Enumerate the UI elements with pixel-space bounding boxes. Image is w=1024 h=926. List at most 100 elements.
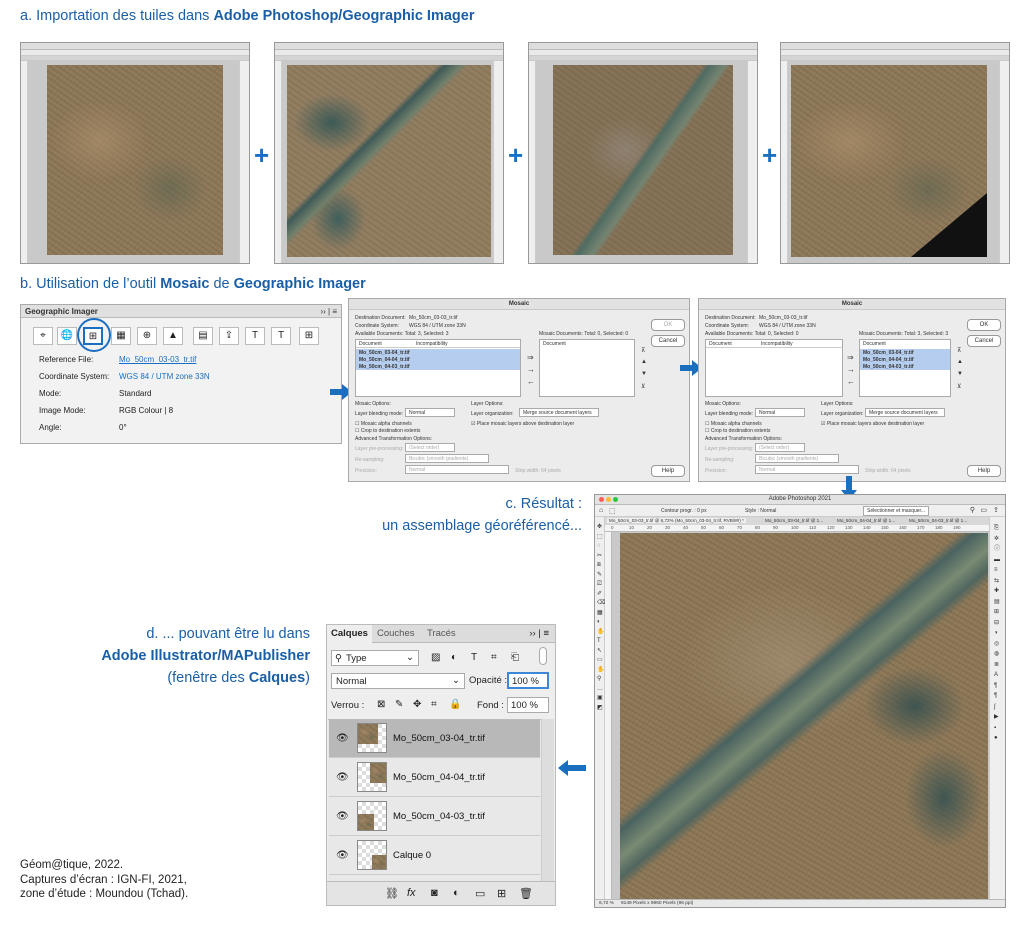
move-top-icon[interactable]: ⊼ bbox=[641, 347, 645, 354]
available-docs-list[interactable]: Document Incompatibility bbox=[705, 339, 843, 397]
eye-icon[interactable]: 👁 bbox=[336, 811, 349, 822]
smart-object-filter-icon[interactable]: ⎗ bbox=[511, 652, 519, 663]
resampling-select[interactable]: Bicubic (smooth gradients) bbox=[405, 454, 489, 463]
layer-row[interactable]: 👁 Calque 0 bbox=[329, 837, 540, 875]
mosaic-docs-list[interactable]: Document bbox=[539, 339, 635, 397]
place-checkbox[interactable]: ☑ Place mosaic layers above destination … bbox=[821, 421, 924, 427]
lock-artboard-icon[interactable]: ⌗ bbox=[431, 699, 437, 710]
contour-field[interactable]: Contour progr. : 0 px bbox=[661, 508, 707, 514]
select-mask-button[interactable]: Sélectionner et masquer... bbox=[863, 506, 930, 516]
preprocess-select[interactable]: (Select order) bbox=[755, 443, 805, 452]
precision-select[interactable]: Normal bbox=[755, 465, 859, 474]
mask-icon[interactable]: ◙ bbox=[431, 887, 438, 899]
organization-select[interactable]: Merge source document layers bbox=[519, 408, 599, 417]
panel-icons[interactable]: ⎘ ✲ ⓘ ▬ ≡ ⇆ ✚ ▤ ⊞ ⊟ ◑ ◎ ◍ ≣ A ¶ ¶ ∫ ▶ ▪ ● bbox=[994, 523, 1000, 744]
globe-icon[interactable]: 🌐 bbox=[57, 327, 77, 345]
help-button[interactable]: Help bbox=[651, 465, 685, 477]
gi-value-reference-file[interactable]: Mo_50cm_03-03_tr.tif bbox=[119, 355, 196, 364]
place-checkbox[interactable]: ☑ Place mosaic layers above destination … bbox=[471, 421, 574, 427]
layers-scrollbar[interactable] bbox=[541, 719, 554, 883]
home-icon[interactable]: ⌂ bbox=[599, 507, 603, 514]
layers-add-icon[interactable]: ⊞ bbox=[299, 327, 319, 345]
eye-icon[interactable]: 👁 bbox=[336, 733, 349, 744]
tab-document[interactable]: Mo_50cm_04-03_tr.tif @ 1... bbox=[909, 518, 967, 523]
import-icon[interactable]: ⇪ bbox=[219, 327, 239, 345]
lock-all-icon[interactable]: 🔒 bbox=[449, 699, 461, 710]
panel-menu[interactable]: ›› | ≡ bbox=[529, 628, 549, 639]
lock-transparent-icon[interactable]: ⊠ bbox=[377, 699, 385, 710]
tab-calques[interactable]: Calques bbox=[327, 625, 372, 643]
mosaic-docs-list[interactable]: Document Mo_50cm_03-04_tr.tif Mo_50cm_04… bbox=[859, 339, 951, 397]
trash-icon[interactable]: 🗑 bbox=[519, 887, 533, 900]
move-one-right-icon[interactable]: → bbox=[847, 365, 855, 374]
layer-name[interactable]: Calque 0 bbox=[393, 850, 431, 861]
list-item[interactable]: Mo_50cm_04-03_tr.tif bbox=[359, 364, 410, 370]
share-icon[interactable]: ⇪ bbox=[993, 506, 999, 514]
workspace-icon[interactable]: ▭ bbox=[980, 506, 987, 514]
fill-input[interactable]: 100 % bbox=[507, 697, 549, 713]
eye-icon[interactable]: 👁 bbox=[336, 772, 349, 783]
move-up-icon[interactable]: ▲ bbox=[641, 359, 647, 365]
new-layer-icon[interactable]: ⊞ bbox=[497, 887, 506, 900]
marquee-icon[interactable]: ⬚ bbox=[609, 507, 616, 515]
layer-name[interactable]: Mo_50cm_04-03_tr.tif bbox=[393, 811, 485, 822]
link-icon[interactable]: ⛓ bbox=[385, 887, 399, 900]
lock-position-icon[interactable]: ✥ bbox=[413, 699, 421, 710]
layer-row[interactable]: 👁 Mo_50cm_04-03_tr.tif bbox=[329, 798, 540, 836]
text-import-icon[interactable]: T bbox=[245, 327, 265, 345]
blend-mode-select[interactable]: Normal ⌄ bbox=[331, 673, 465, 689]
blending-select[interactable]: Normal bbox=[755, 408, 805, 417]
move-left-icon[interactable]: ← bbox=[527, 377, 535, 386]
list-item[interactable]: Mo_50cm_04-04_tr.tif bbox=[863, 357, 914, 363]
filter-toggle[interactable] bbox=[539, 647, 547, 665]
move-right-icon[interactable]: ⇒ bbox=[847, 353, 854, 362]
list-item[interactable]: Mo_50cm_04-03_tr.tif bbox=[863, 364, 914, 370]
text-filter-icon[interactable]: T bbox=[471, 652, 477, 663]
style-select[interactable]: Style : Normal bbox=[745, 508, 776, 514]
tab-active[interactable]: Mo_50cm_03-03_tr.tif @ 6,72% (Mo_50cm_03… bbox=[607, 518, 746, 523]
cancel-button[interactable]: Cancel bbox=[967, 335, 1001, 347]
terrain-icon[interactable]: ▲ bbox=[163, 327, 183, 345]
preprocess-select[interactable]: (Select order) bbox=[405, 443, 455, 452]
tab-document[interactable]: Mo_50cm_04-04_tr.tif @ 1... bbox=[837, 518, 895, 523]
move-down-icon[interactable]: ▼ bbox=[641, 371, 647, 377]
tile-icon[interactable]: ▦ bbox=[111, 327, 131, 345]
gi-panel-menu[interactable]: ›› | ≡ bbox=[320, 307, 337, 316]
list-item[interactable]: Mo_50cm_04-04_tr.tif bbox=[359, 357, 410, 363]
move-down-icon[interactable]: ▼ bbox=[957, 371, 963, 377]
fx-icon[interactable]: fx bbox=[407, 887, 416, 899]
organization-select[interactable]: Merge source document layers bbox=[865, 408, 945, 417]
folder-icon[interactable]: ▭ bbox=[475, 887, 485, 900]
text-export-icon[interactable]: T bbox=[271, 327, 291, 345]
crop-checkbox[interactable]: ☐ Crop to destination extents bbox=[355, 428, 420, 434]
table-icon[interactable]: ▤ bbox=[193, 327, 213, 345]
move-left-icon[interactable]: ← bbox=[847, 377, 855, 386]
ok-button[interactable]: OK bbox=[651, 319, 685, 331]
eye-icon[interactable]: 👁 bbox=[336, 850, 349, 861]
tab-traces[interactable]: Tracés bbox=[427, 628, 456, 639]
precision-select[interactable]: Normal bbox=[405, 465, 509, 474]
layer-row[interactable]: 👁 Mo_50cm_04-04_tr.tif bbox=[329, 759, 540, 797]
tab-couches[interactable]: Couches bbox=[377, 628, 415, 639]
move-top-icon[interactable]: ⊼ bbox=[957, 347, 961, 354]
list-item[interactable]: Mo_50cm_03-04_tr.tif bbox=[359, 350, 410, 356]
move-up-icon[interactable]: ▲ bbox=[957, 359, 963, 365]
search-icon[interactable]: ⚲ bbox=[970, 506, 975, 514]
ok-button[interactable]: OK bbox=[967, 319, 1001, 331]
move-right-icon[interactable]: ⇒ bbox=[527, 353, 534, 362]
move-one-right-icon[interactable]: → bbox=[527, 365, 535, 374]
cancel-button[interactable]: Cancel bbox=[651, 335, 685, 347]
adjustment-filter-icon[interactable]: ◐ bbox=[451, 652, 457, 663]
zoom-level[interactable]: 6,72 % bbox=[599, 901, 614, 906]
move-bottom-icon[interactable]: ⊻ bbox=[957, 383, 961, 390]
available-docs-list[interactable]: Document Incompatibility Mo_50cm_03-04_t… bbox=[355, 339, 521, 397]
blending-select[interactable]: Normal bbox=[405, 408, 455, 417]
gi-value-coordinate-system[interactable]: WGS 84 / UTM zone 33N bbox=[119, 372, 210, 381]
help-button[interactable]: Help bbox=[967, 465, 1001, 477]
transform-icon[interactable]: ⊕ bbox=[137, 327, 157, 345]
layer-name[interactable]: Mo_50cm_03-04_tr.tif bbox=[393, 733, 485, 744]
adjustment-icon[interactable]: ◐ bbox=[453, 887, 460, 899]
crop-checkbox[interactable]: ☐ Crop to destination extents bbox=[705, 428, 770, 434]
layer-row[interactable]: 👁 Mo_50cm_03-04_tr.tif bbox=[329, 720, 540, 758]
lock-image-icon[interactable]: ✎ bbox=[395, 699, 403, 710]
